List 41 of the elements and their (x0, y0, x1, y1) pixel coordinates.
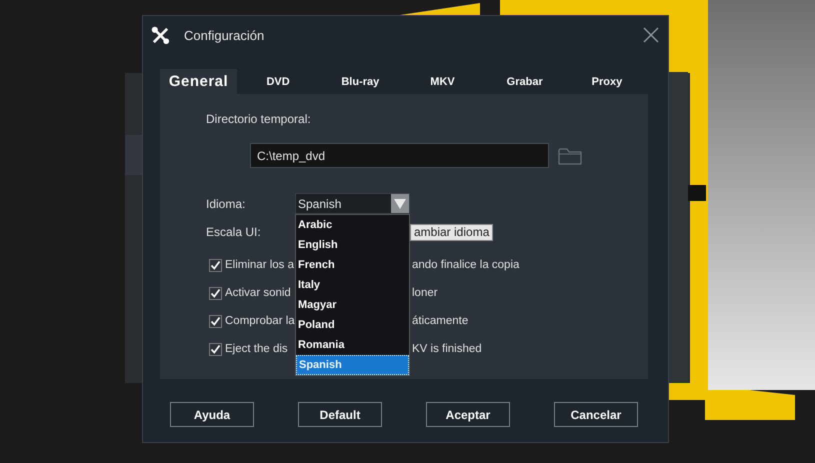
dropdown-option[interactable]: Italy (296, 275, 409, 295)
checkbox[interactable] (209, 342, 222, 356)
dropdown-arrow-icon (394, 198, 406, 208)
option-label: Comprobar la (225, 315, 295, 327)
tab[interactable]: Grabar (484, 69, 566, 94)
dialog-button[interactable]: Cancelar (554, 402, 638, 427)
dialog-button[interactable]: Default (298, 402, 382, 427)
window-title: Configuración (184, 28, 266, 42)
field-label: Escala UI: (206, 225, 262, 239)
checkbox[interactable] (209, 258, 222, 272)
field-label: Directorio temporal: (206, 112, 311, 126)
option-label: ando finalice la copia (412, 259, 520, 271)
dropdown-option[interactable]: French (296, 255, 409, 275)
tab[interactable]: DVD (237, 69, 320, 94)
close-icon[interactable] (643, 27, 659, 43)
option-label: áticamente (412, 315, 468, 327)
dialog-button[interactable]: Ayuda (170, 402, 254, 427)
tab[interactable]: Proxy (566, 69, 648, 94)
dropdown-option[interactable]: Romania (296, 335, 409, 355)
dropdown-option[interactable]: Spanish (296, 355, 409, 375)
option-label: Eliminar los a (225, 259, 295, 271)
dropdown-option[interactable]: English (296, 235, 409, 255)
change-language-button[interactable]: ambiar idioma (410, 224, 494, 240)
checkbox[interactable] (209, 286, 222, 300)
tab[interactable]: MKV (401, 69, 484, 94)
field-label: Idioma: (206, 196, 246, 210)
option-label: Activar sonid (225, 287, 292, 299)
checkbox[interactable] (209, 314, 222, 328)
dropdown-option[interactable]: Magyar (296, 295, 409, 315)
dropdown-value: Spanish (297, 196, 342, 212)
option-label: KV is finished (412, 343, 482, 355)
directory-field[interactable]: C:\temp_dvd (250, 143, 549, 168)
option-label: Eject the dis (225, 343, 289, 355)
tools-icon (151, 26, 170, 44)
option-label: loner (412, 287, 438, 299)
dropdown-option[interactable]: Arabic (296, 215, 409, 235)
dropdown-option[interactable]: Poland (296, 315, 409, 335)
tab[interactable]: General (160, 69, 237, 94)
folder-icon[interactable] (558, 146, 582, 164)
tab[interactable]: Blu-ray (319, 69, 402, 94)
dialog-button[interactable]: Aceptar (426, 402, 510, 427)
